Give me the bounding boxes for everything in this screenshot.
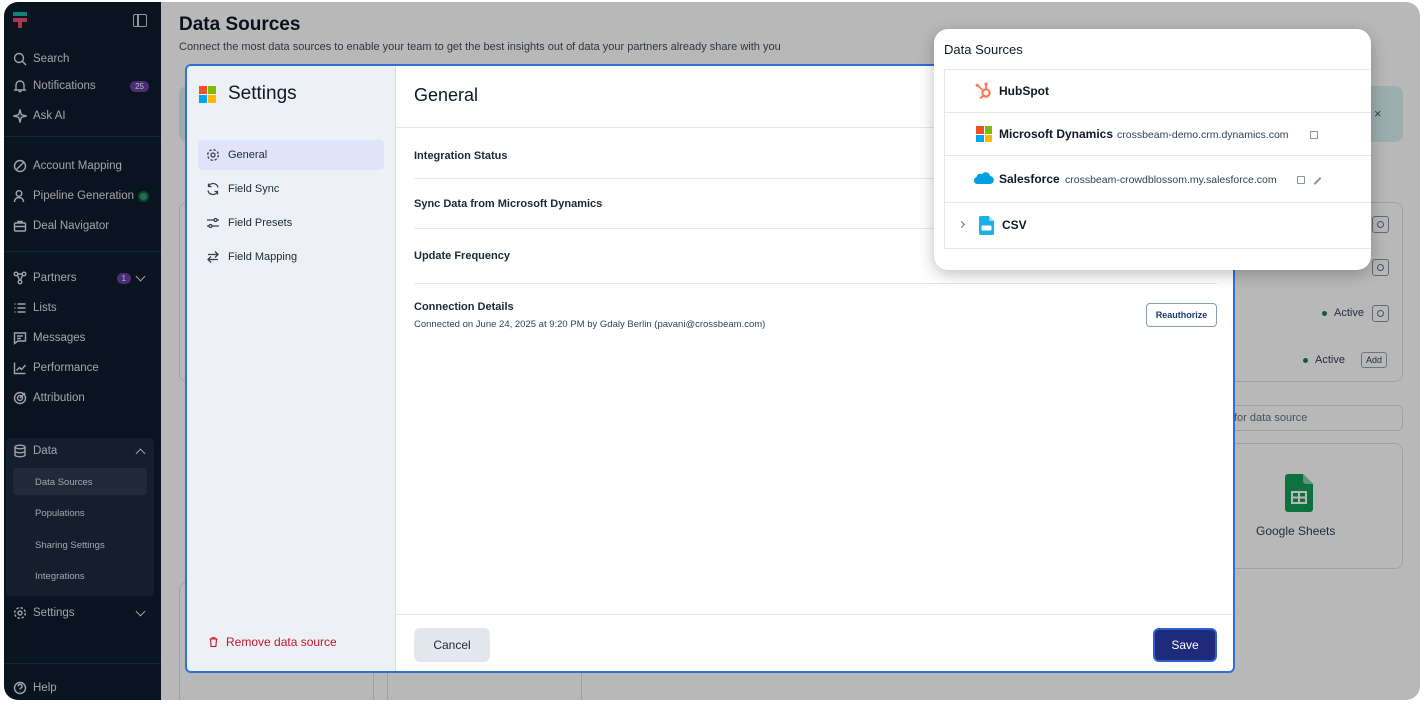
- chevron-right-icon[interactable]: [957, 220, 966, 229]
- update-frequency-label: Update Frequency: [414, 250, 510, 262]
- section-title: General: [414, 85, 479, 105]
- microsoft-logo-icon: [976, 126, 992, 142]
- tab-label: General: [228, 149, 268, 161]
- settings-title: Settings: [228, 83, 297, 104]
- arrows-swap-icon: [207, 251, 219, 263]
- source-name: CSV: [1002, 218, 1027, 232]
- hubspot-icon: [975, 82, 991, 100]
- tab-label: Field Mapping: [228, 251, 298, 263]
- divider: [396, 614, 1233, 615]
- source-name: Microsoft Dynamics: [999, 127, 1114, 141]
- settings-sidebar: Settings General Field Sync Field Preset…: [187, 66, 396, 671]
- sync-icon: [207, 182, 219, 196]
- tab-label: Field Presets: [228, 217, 293, 229]
- microsoft-logo-icon: [199, 86, 216, 103]
- data-source-row-hubspot[interactable]: HubSpot: [945, 70, 1371, 113]
- tab-field-sync[interactable]: Field Sync: [198, 174, 384, 204]
- tab-field-presets[interactable]: Field Presets: [198, 208, 384, 238]
- source-name: Salesforce: [999, 172, 1060, 186]
- integration-status-label: Integration Status: [414, 150, 508, 162]
- source-name: HubSpot: [999, 84, 1049, 98]
- divider: [414, 283, 1217, 284]
- connection-details-text: Connected on June 24, 2025 at 9:20 PM by…: [414, 319, 766, 330]
- trash-icon: [209, 637, 218, 647]
- gear-icon: [207, 149, 219, 161]
- save-button[interactable]: Save: [1153, 628, 1217, 662]
- data-sources-popup: Data Sources HubSpot Microsoft Dynamics …: [934, 29, 1371, 270]
- pencil-icon[interactable]: [1313, 177, 1322, 185]
- csv-file-icon: [979, 216, 994, 235]
- sync-data-label: Sync Data from Microsoft Dynamics: [414, 198, 603, 210]
- reauthorize-button[interactable]: Reauthorize: [1146, 303, 1217, 327]
- tab-label: Field Sync: [228, 183, 280, 195]
- external-link-icon[interactable]: [1297, 176, 1305, 184]
- data-source-row-microsoft-dynamics[interactable]: Microsoft Dynamics crossbeam-demo.crm.dy…: [945, 113, 1371, 156]
- external-link-icon[interactable]: [1310, 131, 1318, 139]
- connection-details-label: Connection Details: [414, 301, 514, 313]
- tab-field-mapping[interactable]: Field Mapping: [198, 242, 384, 272]
- remove-data-source-button[interactable]: Remove data source: [209, 635, 337, 649]
- data-source-list: HubSpot Microsoft Dynamics crossbeam-dem…: [944, 69, 1371, 249]
- sliders-icon: [207, 217, 219, 229]
- source-url-link[interactable]: crossbeam-crowdblossom.my.salesforce.com: [1065, 174, 1277, 186]
- salesforce-cloud-icon: [974, 172, 994, 185]
- popup-title: Data Sources: [944, 42, 1023, 57]
- data-source-row-salesforce[interactable]: Salesforce crossbeam-crowdblossom.my.sal…: [945, 156, 1371, 203]
- tab-general[interactable]: General: [198, 140, 384, 170]
- source-url-link[interactable]: crossbeam-demo.crm.dynamics.com: [1117, 129, 1289, 141]
- cancel-button[interactable]: Cancel: [414, 628, 490, 662]
- data-source-row-csv[interactable]: CSV: [945, 203, 1371, 249]
- app-window: Search Notifications 25 Ask AI Account M…: [4, 2, 1420, 700]
- remove-label: Remove data source: [226, 635, 337, 649]
